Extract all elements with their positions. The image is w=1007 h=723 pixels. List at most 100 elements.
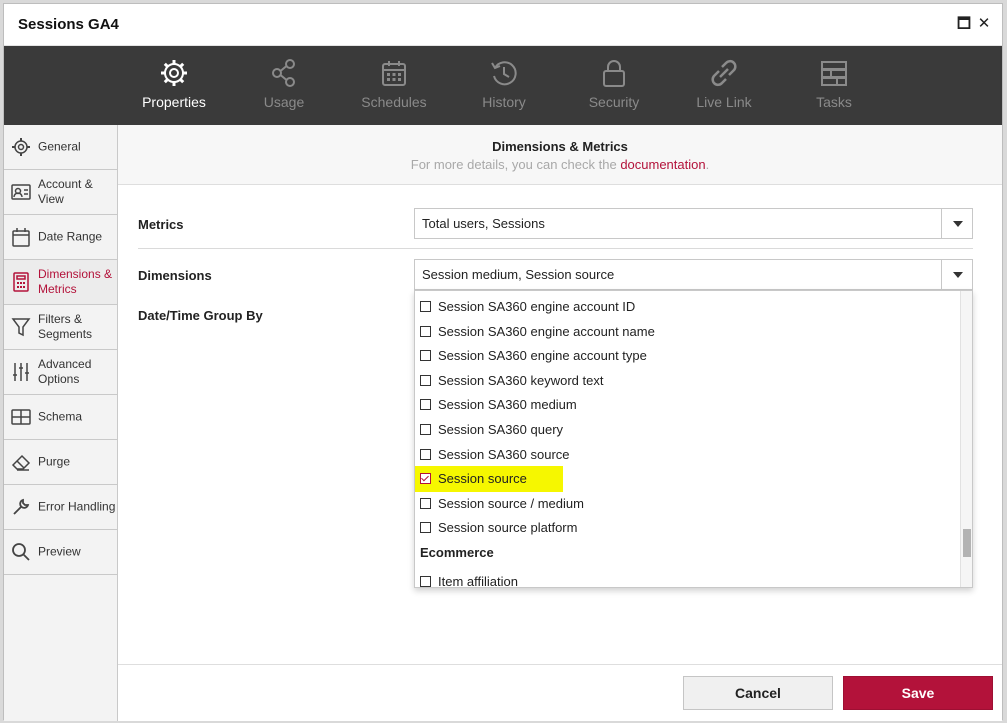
option-label: Session SA360 engine account ID [438, 299, 636, 314]
checkbox[interactable] [420, 522, 431, 533]
eraser-icon [11, 454, 31, 471]
sidebar-item-label: Advanced Options [38, 357, 92, 386]
sidebar-item-label: Schema [38, 409, 83, 424]
list-item[interactable]: Session SA360 engine account ID [415, 296, 960, 318]
list-item[interactable]: Session SA360 engine account type [415, 345, 960, 367]
sidebar: General Account & View Date Range Dimens… [4, 125, 118, 721]
list-item[interactable]: Session source platform [415, 517, 960, 539]
dimensions-select[interactable]: Session medium, Session source [414, 259, 973, 290]
checkbox[interactable] [420, 375, 431, 386]
checkbox[interactable] [420, 350, 431, 361]
scrollbar[interactable] [960, 291, 972, 587]
tab-tasks[interactable]: Tasks [784, 46, 884, 125]
checkbox[interactable] [420, 576, 431, 587]
sidebar-item-dimensions-metrics[interactable]: Dimensions & Metrics [4, 260, 117, 305]
section-header: Dimensions & Metrics For more details, y… [118, 125, 1002, 185]
tab-security[interactable]: Security [564, 46, 664, 125]
option-label: Item affiliation [438, 574, 518, 588]
title-bar: Sessions GA4 🗖 ✕ [4, 4, 1002, 46]
sidebar-item-filters-segments[interactable]: Filters & Segments [4, 305, 117, 350]
section-subtitle: For more details, you can check the docu… [118, 157, 1002, 172]
sidebar-item-advanced-options[interactable]: Advanced Options [4, 350, 117, 395]
metrics-label: Metrics [138, 217, 184, 232]
sidebar-item-preview[interactable]: Preview [4, 530, 117, 575]
tab-history[interactable]: History [454, 46, 554, 125]
maximize-icon[interactable]: 🗖 [956, 16, 972, 32]
list-item[interactable]: Session SA360 engine account name [415, 321, 960, 343]
sidebar-item-schema[interactable]: Schema [4, 395, 117, 440]
checkbox[interactable] [420, 449, 431, 460]
option-label: Session source platform [438, 520, 578, 535]
list-item[interactable]: Item affiliation [415, 571, 960, 588]
sidebar-item-general[interactable]: General [4, 125, 117, 170]
history-icon [491, 61, 517, 86]
checkbox[interactable] [420, 498, 431, 509]
tab-schedules-label: Schedules [361, 94, 427, 110]
sidebar-item-label: Filters & Segments [38, 312, 93, 341]
group-header: Ecommerce [420, 545, 494, 560]
checkbox[interactable] [420, 424, 431, 435]
option-label: Session SA360 medium [438, 397, 577, 412]
list-item[interactable]: Session SA360 medium [415, 394, 960, 416]
sidebar-item-account-view[interactable]: Account & View [4, 170, 117, 215]
sidebar-item-date-range[interactable]: Date Range [4, 215, 117, 260]
documentation-link[interactable]: documentation [620, 157, 705, 172]
calendar-icon [12, 228, 30, 247]
dimensions-value: Session medium, Session source [422, 267, 615, 282]
table-icon [11, 409, 31, 425]
subtitle-text: For more details, you can check the [410, 157, 621, 172]
tab-history-label: History [482, 94, 526, 110]
sidebar-item-label: Dimensions & Metrics [38, 267, 113, 296]
sidebar-item-purge[interactable]: Purge [4, 440, 117, 485]
sidebar-item-label: General [38, 139, 81, 154]
filter-icon [11, 318, 31, 337]
sidebar-item-label: Date Range [38, 229, 103, 244]
checkbox[interactable] [420, 399, 431, 410]
chevron-down-icon[interactable] [941, 260, 972, 289]
dimensions-label: Dimensions [138, 268, 212, 283]
list-item-selected[interactable]: Session source [415, 466, 960, 492]
tab-tasks-label: Tasks [816, 94, 852, 110]
tab-schedules[interactable]: Schedules [344, 46, 444, 125]
list-item[interactable]: Session SA360 keyword text [415, 370, 960, 392]
option-label: Session SA360 query [438, 422, 564, 437]
link-icon [711, 59, 737, 87]
checkbox-checked[interactable] [420, 473, 431, 484]
option-label: Session source [438, 471, 527, 486]
scrollbar-thumb[interactable] [963, 529, 971, 557]
chevron-down-icon[interactable] [941, 209, 972, 238]
main-panel: Dimensions & Metrics For more details, y… [118, 125, 1002, 664]
tab-usage[interactable]: Usage [234, 46, 334, 125]
option-label: Session SA360 engine account type [438, 348, 647, 363]
sidebar-item-label: Error Handling [38, 499, 116, 514]
top-toolbar: Properties Usage Schedules History Secur… [4, 46, 1002, 125]
list-item[interactable]: Session SA360 source [415, 444, 960, 466]
dimensions-dropdown-list: Session SA360 engine account ID Session … [414, 290, 973, 588]
save-button[interactable]: Save [843, 676, 993, 710]
checkbox[interactable] [420, 326, 431, 337]
search-icon [12, 543, 30, 561]
list-item[interactable]: Session source / medium [415, 493, 960, 515]
sidebar-item-error-handling[interactable]: Error Handling [4, 485, 117, 530]
close-icon[interactable]: ✕ [976, 16, 992, 32]
tasks-icon [821, 61, 847, 86]
tab-live-link[interactable]: Live Link [674, 46, 774, 125]
wrench-icon [13, 498, 30, 515]
option-label: Session SA360 keyword text [438, 373, 604, 388]
subtitle-end: . [705, 157, 710, 172]
divider [138, 248, 973, 249]
checkbox[interactable] [420, 301, 431, 312]
calculator-icon [13, 272, 29, 292]
id-card-icon [11, 184, 31, 200]
metrics-select[interactable]: Total users, Sessions [414, 208, 973, 239]
tab-usage-label: Usage [263, 94, 305, 110]
gear-icon [12, 138, 30, 156]
option-label: Session source / medium [438, 496, 584, 511]
list-item[interactable]: Session SA360 query [415, 419, 960, 441]
tab-properties[interactable]: Properties [124, 46, 224, 125]
calendar-icon [382, 61, 406, 86]
sliders-icon [13, 363, 29, 381]
cancel-button[interactable]: Cancel [683, 676, 833, 710]
tab-properties-label: Properties [142, 94, 206, 110]
tab-live-link-label: Live Link [696, 94, 752, 110]
